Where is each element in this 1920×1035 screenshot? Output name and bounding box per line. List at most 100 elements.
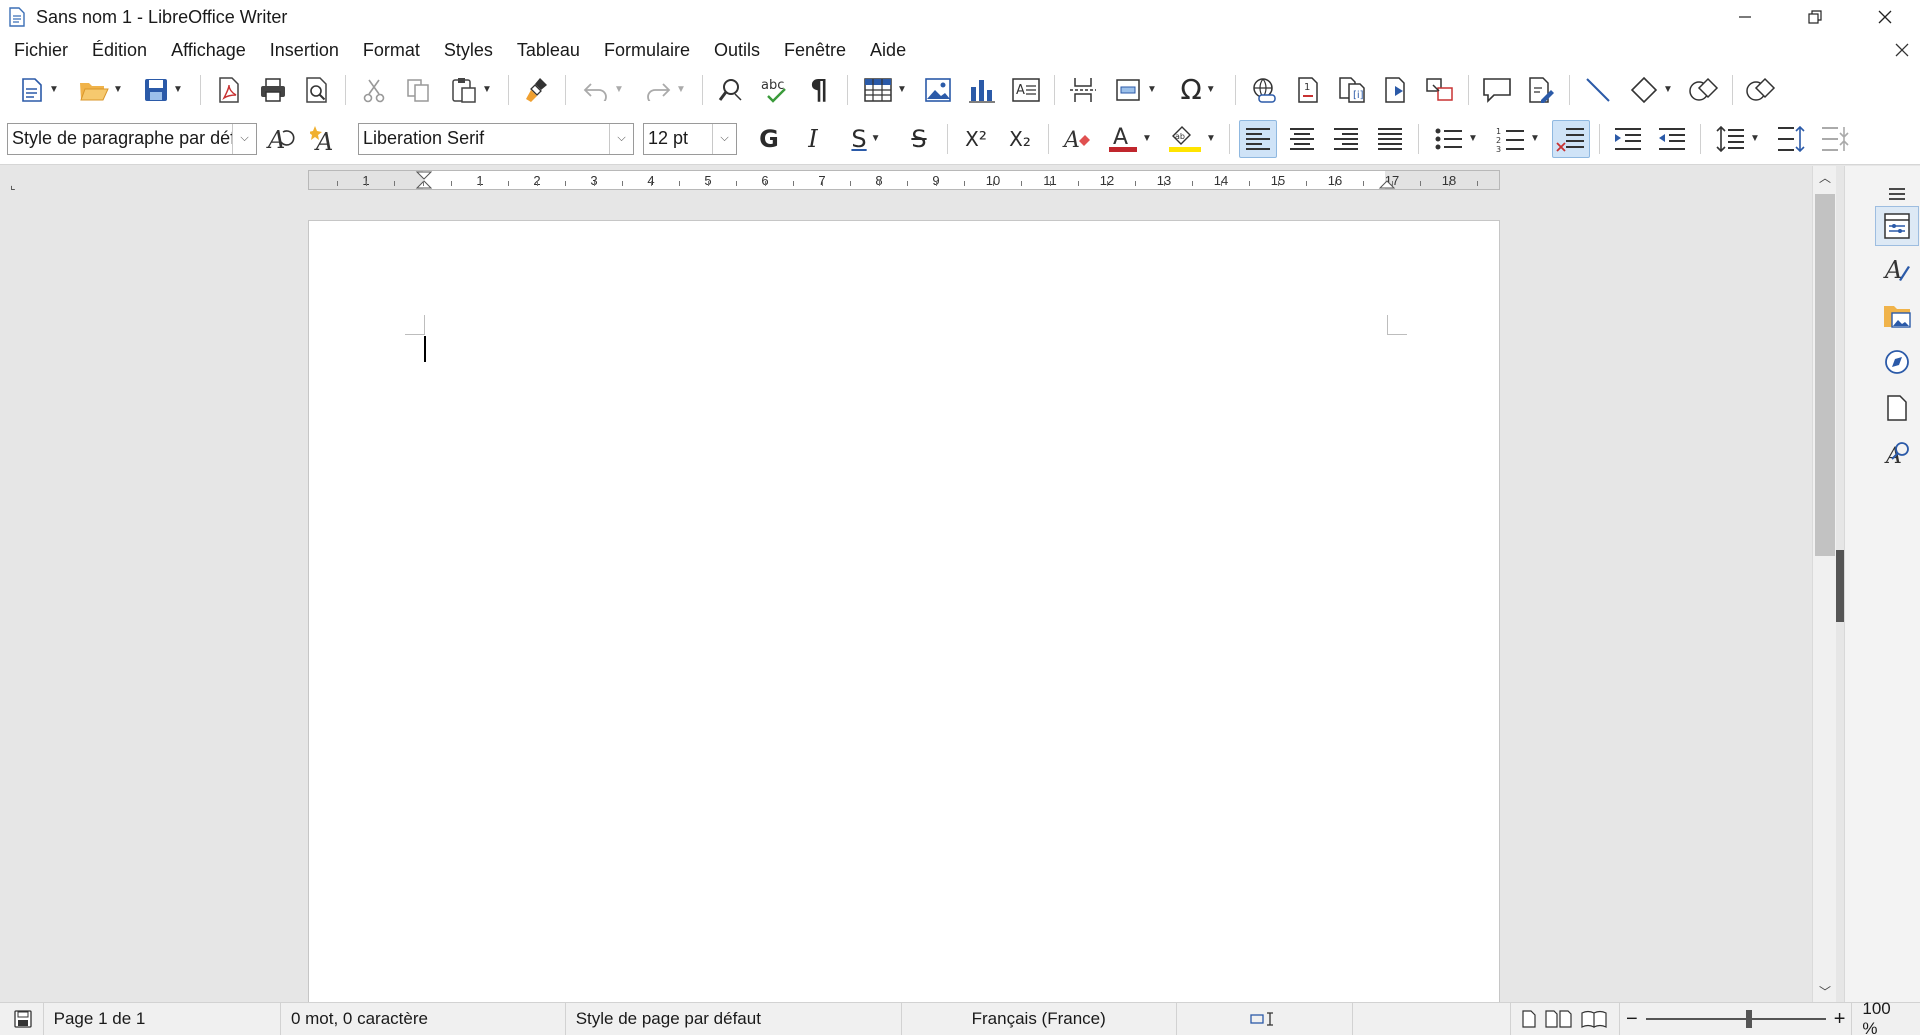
minimize-button[interactable] (1710, 0, 1780, 34)
align-right-button[interactable] (1327, 120, 1365, 158)
sidebar-navigator-button[interactable] (1875, 342, 1919, 382)
open-button[interactable]: ▼ (73, 71, 129, 109)
align-left-button[interactable] (1239, 119, 1277, 158)
decrease-indent-button[interactable] (1653, 120, 1691, 158)
chevron-down-icon[interactable]: ⌵ (712, 123, 736, 154)
left-indent-marker[interactable] (415, 171, 433, 189)
menu-formulaire[interactable]: Formulaire (592, 34, 702, 66)
clone-formatting-button[interactable] (518, 71, 556, 109)
scroll-up-arrow[interactable]: ︿ (1813, 166, 1837, 188)
zoom-in-button[interactable]: + (1834, 1008, 1846, 1031)
zoom-out-button[interactable]: − (1626, 1008, 1638, 1031)
sidebar-gallery-button[interactable] (1875, 296, 1919, 336)
page-count[interactable]: Page 1 de 1 (44, 1002, 281, 1035)
new-style-button[interactable]: A (307, 120, 345, 158)
zoom-level[interactable]: 100 % (1851, 999, 1920, 1035)
superscript-button[interactable]: X² (957, 120, 995, 158)
insert-textbox-button[interactable]: A (1007, 71, 1045, 109)
menu-outils[interactable]: Outils (702, 34, 772, 66)
increase-paragraph-spacing-button[interactable] (1772, 120, 1810, 158)
subscript-button[interactable]: X₂ (1001, 120, 1039, 158)
font-name-select[interactable]: Liberation Serif ⌵ (358, 122, 634, 155)
ordered-list-button[interactable]: 123 ▼ (1490, 120, 1546, 158)
menu-aide[interactable]: Aide (858, 34, 918, 66)
save-button[interactable]: ▼ (135, 71, 191, 109)
menu-styles[interactable]: Styles (432, 34, 505, 66)
insert-line-button[interactable] (1579, 71, 1617, 109)
sidebar-styles-button[interactable]: A (1875, 250, 1919, 290)
close-window-button[interactable] (1850, 0, 1920, 34)
line-spacing-button[interactable]: ▼ (1710, 120, 1766, 158)
copy-button[interactable] (399, 71, 437, 109)
draw-functions-button[interactable] (1685, 71, 1723, 109)
right-indent-marker[interactable] (1378, 171, 1396, 189)
menu-insertion[interactable]: Insertion (258, 34, 351, 66)
align-center-button[interactable] (1283, 120, 1321, 158)
close-document-button[interactable] (1890, 38, 1914, 62)
undo-button[interactable]: ▼ (575, 71, 631, 109)
insert-special-character-button[interactable]: Ω ▼ (1170, 71, 1226, 109)
restore-button[interactable] (1780, 0, 1850, 34)
sidebar-splitter[interactable] (1836, 166, 1844, 1002)
insert-comment-button[interactable] (1478, 71, 1516, 109)
font-color-button[interactable]: A ▼ (1102, 120, 1158, 158)
insert-field-button[interactable]: ▼ (1108, 71, 1164, 109)
unordered-list-button[interactable]: ▼ (1428, 120, 1484, 158)
strikethrough-button[interactable]: S (900, 120, 938, 158)
increase-indent-button[interactable] (1609, 120, 1647, 158)
no-list-button[interactable] (1552, 119, 1590, 158)
clear-formatting-button[interactable]: A (1058, 120, 1096, 158)
insert-mode-indicator[interactable] (1177, 1002, 1353, 1035)
new-document-button[interactable]: ▼ (11, 71, 67, 109)
decrease-paragraph-spacing-button[interactable] (1816, 120, 1854, 158)
insert-hyperlink-button[interactable] (1245, 71, 1283, 109)
sidebar-style-inspector-button[interactable]: A (1875, 434, 1919, 474)
insert-chart-button[interactable] (963, 71, 1001, 109)
multi-page-view-icon[interactable] (1545, 1010, 1573, 1028)
document-page[interactable] (308, 220, 1500, 1002)
print-preview-button[interactable] (298, 71, 336, 109)
font-size-select[interactable]: 12 pt ⌵ (643, 122, 737, 155)
language-status[interactable]: Français (France) (902, 1002, 1177, 1035)
scroll-down-arrow[interactable]: ﹀ (1813, 980, 1837, 1002)
redo-button[interactable]: ▼ (637, 71, 693, 109)
tab-stop-selector[interactable]: ⌞ (10, 178, 16, 192)
justify-button[interactable] (1371, 120, 1409, 158)
bold-button[interactable]: G (750, 120, 788, 158)
insert-cross-reference-button[interactable] (1421, 71, 1459, 109)
zoom-slider-handle[interactable] (1745, 1010, 1752, 1028)
insert-table-button[interactable]: ▼ (857, 71, 913, 109)
sidebar-properties-button[interactable] (1875, 206, 1919, 246)
menu-tableau[interactable]: Tableau (505, 34, 592, 66)
menu-format[interactable]: Format (351, 34, 432, 66)
track-changes-button[interactable] (1522, 71, 1560, 109)
chevron-down-icon[interactable]: ⌵ (232, 123, 256, 154)
paste-button[interactable]: ▼ (443, 71, 499, 109)
highlighting-color-button[interactable]: ab ▼ (1164, 120, 1220, 158)
menu-affichage[interactable]: Affichage (159, 34, 258, 66)
basic-shapes-button[interactable]: ▼ (1623, 71, 1679, 109)
scroll-thumb[interactable] (1815, 194, 1835, 556)
insert-page-break-button[interactable] (1064, 71, 1102, 109)
word-count[interactable]: 0 mot, 0 caractère (281, 1002, 566, 1035)
find-replace-button[interactable] (712, 71, 750, 109)
sidebar-collapse-grip[interactable] (1836, 550, 1844, 622)
single-page-view-icon[interactable] (1521, 1010, 1537, 1028)
horizontal-ruler[interactable]: 1 1 2 3 4 5 6 7 8 9 10 11 12 13 14 15 16… (308, 170, 1500, 190)
vertical-scrollbar[interactable]: ︿ ﹀ (1812, 166, 1836, 1002)
insert-endnote-button[interactable]: [i] (1333, 71, 1371, 109)
book-view-icon[interactable] (1581, 1010, 1607, 1028)
chevron-down-icon[interactable]: ⌵ (609, 123, 633, 154)
zoom-slider[interactable] (1645, 1010, 1826, 1028)
document-modified-indicator[interactable] (0, 1002, 44, 1035)
menu-fenetre[interactable]: Fenêtre (772, 34, 858, 66)
print-button[interactable] (254, 71, 292, 109)
update-style-button[interactable]: A (263, 120, 301, 158)
insert-bookmark-button[interactable] (1377, 71, 1415, 109)
menu-edition[interactable]: Édition (80, 34, 159, 66)
export-pdf-button[interactable] (210, 71, 248, 109)
formatting-marks-button[interactable]: ¶ (800, 71, 838, 109)
menu-fichier[interactable]: Fichier (2, 34, 80, 66)
underline-button[interactable]: S ▼ (838, 120, 894, 158)
sidebar-page-button[interactable] (1875, 388, 1919, 428)
